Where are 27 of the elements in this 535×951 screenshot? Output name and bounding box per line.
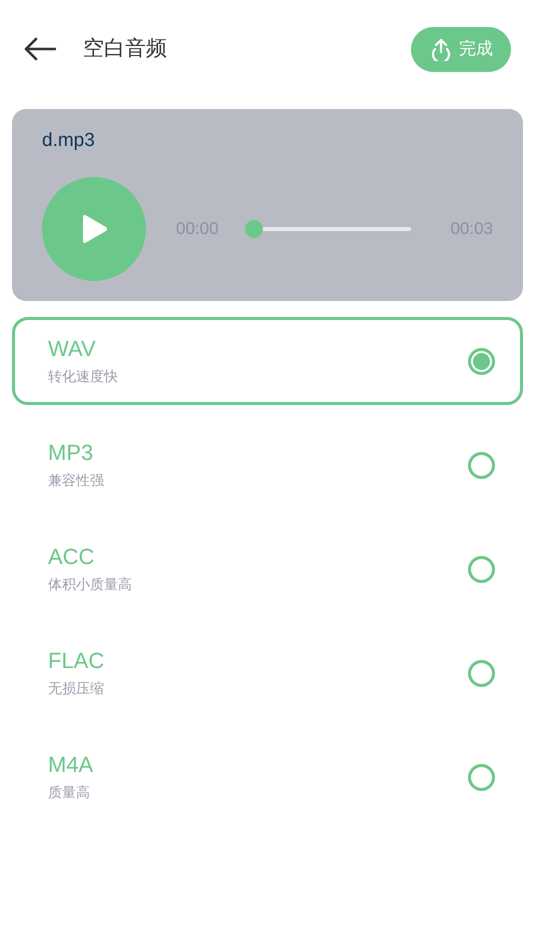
radio-button[interactable] <box>468 660 495 686</box>
progress-slider[interactable] <box>244 220 411 238</box>
upload-icon <box>429 37 453 61</box>
format-description: 体积小质量高 <box>48 575 132 594</box>
done-button[interactable]: 完成 <box>411 26 511 72</box>
format-name: WAV <box>48 335 97 363</box>
radio-button[interactable] <box>468 348 495 374</box>
format-option[interactable]: M4A 质量高 <box>12 733 523 821</box>
format-option[interactable]: WAV 转化速度快 <box>12 317 523 405</box>
format-description: 转化速度快 <box>48 367 118 386</box>
format-option[interactable]: MP3 兼容性强 <box>12 421 523 509</box>
format-name: ACC <box>48 543 96 571</box>
slider-thumb[interactable] <box>244 220 263 238</box>
file-name: d.mp3 <box>42 129 96 153</box>
radio-button[interactable] <box>468 764 495 790</box>
radio-button[interactable] <box>468 452 495 478</box>
format-description: 无损压缩 <box>48 679 104 698</box>
back-icon[interactable] <box>24 37 56 61</box>
format-name: MP3 <box>48 439 94 467</box>
format-description: 兼容性强 <box>48 471 104 490</box>
page-title: 空白音频 <box>83 36 167 62</box>
format-name: FLAC <box>48 647 104 675</box>
format-name: M4A <box>48 751 94 779</box>
format-description: 质量高 <box>48 783 91 802</box>
format-option[interactable]: FLAC 无损压缩 <box>12 629 523 717</box>
format-option[interactable]: ACC 体积小质量高 <box>12 525 523 613</box>
radio-button[interactable] <box>468 556 495 582</box>
